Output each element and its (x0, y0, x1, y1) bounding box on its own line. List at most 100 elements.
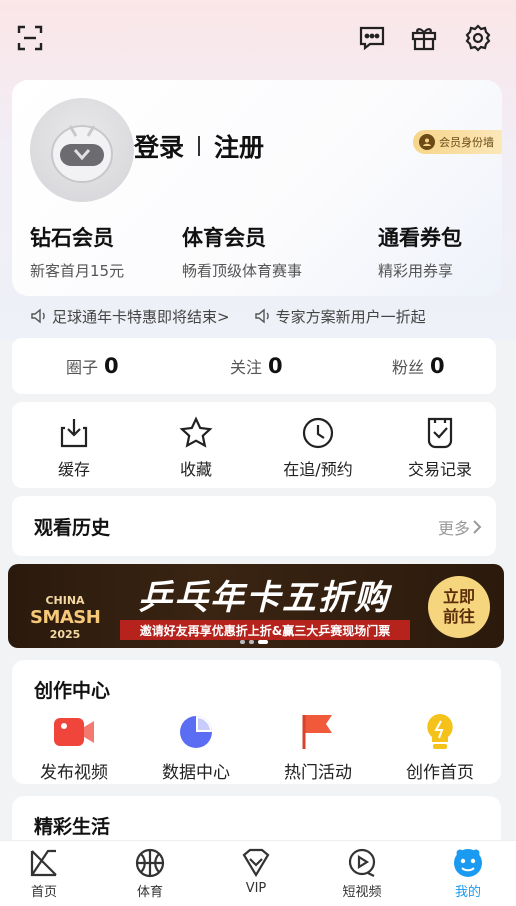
ticker-item[interactable]: 足球通年卡特惠即将结束> (30, 306, 230, 327)
tab-label: 短视频 (342, 885, 382, 900)
badge-label: 会员身份墙 (439, 136, 494, 149)
star-icon (179, 416, 213, 448)
stat-value: 0 (430, 354, 445, 378)
stat-label: 圈子 (66, 358, 99, 377)
stat-fans[interactable]: 粉丝 0 (392, 354, 445, 378)
cta-line2: 前往 (442, 607, 475, 626)
tab-home[interactable]: 首页 (4, 847, 84, 900)
stat-label: 粉丝 (392, 358, 425, 377)
banner-title: 乒乓年卡五折购 (138, 578, 390, 618)
speaker-icon (31, 308, 45, 324)
watch-history-card[interactable]: 观看历史 更多 (12, 496, 496, 556)
member-subtitle: 精彩用券享 (378, 262, 454, 280)
data-center-icon (176, 712, 216, 752)
banner-subtitle: 邀请好友再享优惠折上折&赢三大乒赛现场门票 (120, 620, 410, 640)
short-video-icon (348, 848, 376, 877)
profile-card: 登录 注册 会员身份墙 钻石会员 新客首月15元 体育会员 畅看顶级体育赛事 通… (12, 80, 502, 296)
lightbulb-icon (420, 712, 460, 752)
tab-vip[interactable]: VIP (216, 847, 296, 896)
top-bar (0, 0, 516, 80)
page-dot (249, 640, 254, 644)
bottom-tab-bar: 首页 体育 VIP 短视频 我的 (0, 840, 516, 906)
create-label: 发布视频 (40, 763, 108, 783)
stats-card: 圈子 0 关注 0 粉丝 0 (12, 338, 496, 394)
tab-label: VIP (245, 881, 267, 896)
avatar[interactable] (30, 98, 134, 202)
create-hot-activities[interactable]: 热门活动 (258, 712, 378, 783)
tab-short-video[interactable]: 短视频 (322, 847, 402, 900)
creation-title: 创作中心 (34, 680, 111, 702)
stat-value: 0 (268, 354, 283, 378)
ticker-item[interactable]: 专家方案新用户一折起 (254, 306, 426, 327)
member-coupons[interactable]: 通看券包 精彩用券享 (378, 222, 462, 281)
divider (198, 136, 201, 156)
member-subtitle: 新客首月15元 (30, 262, 125, 280)
tool-trade-record[interactable]: 交易记录 (380, 416, 500, 480)
tool-label: 交易记录 (407, 460, 472, 479)
speaker-icon (254, 308, 269, 324)
logo-mid: SMASH (30, 607, 101, 628)
tool-favorite[interactable]: 收藏 (136, 416, 256, 480)
trade-record-icon (427, 417, 453, 449)
notice-ticker: 足球通年卡特惠即将结束> 专家方案新用户一折起 (30, 304, 500, 328)
page-dot-active (258, 640, 268, 644)
tab-label: 首页 (30, 885, 57, 900)
history-title: 观看历史 (34, 517, 111, 539)
tool-label: 收藏 (179, 460, 212, 479)
basketball-icon (135, 848, 165, 878)
register-link[interactable]: 注册 (214, 128, 264, 164)
chevron-right-icon (473, 520, 482, 534)
create-publish-video[interactable]: 发布视频 (14, 712, 134, 783)
ticker-text: 足球通年卡特惠即将结束> (52, 307, 230, 326)
tool-cache[interactable]: 缓存 (14, 416, 134, 480)
more-label: 更多 (437, 519, 470, 538)
member-title: 通看券包 (378, 226, 462, 250)
member-identity-badge[interactable]: 会员身份墙 (413, 130, 502, 154)
create-label: 热门活动 (284, 763, 352, 783)
cta-line1: 立即 (442, 587, 475, 606)
china-smash-logo: CHINA SMASH 2025 (30, 576, 101, 641)
banner-cta-button[interactable]: 立即 前往 (428, 576, 490, 638)
member-subtitle: 畅看顶级体育赛事 (182, 262, 303, 280)
login-link[interactable]: 登录 (134, 128, 184, 164)
creation-center-card: 创作中心 发布视频 数据中心 热门活动 创作首页 (12, 660, 501, 784)
publish-video-icon (54, 712, 94, 752)
tab-mine[interactable]: 我的 (428, 847, 508, 900)
stat-following[interactable]: 关注 0 (230, 354, 283, 378)
clock-icon (302, 417, 334, 449)
login-register: 登录 注册 (134, 128, 264, 164)
tab-sports[interactable]: 体育 (110, 847, 190, 900)
message-icon[interactable] (356, 22, 388, 54)
create-label: 数据中心 (162, 763, 230, 783)
mine-icon (454, 849, 482, 877)
user-icon (419, 134, 435, 150)
stat-label: 关注 (230, 358, 263, 377)
promo-banner[interactable]: CHINA SMASH 2025 乒乓年卡五折购 邀请好友再享优惠折上折&赢三大… (8, 564, 504, 648)
robot-avatar-icon (51, 125, 113, 183)
member-diamond[interactable]: 钻石会员 新客首月15元 (30, 222, 124, 281)
history-more-link[interactable]: 更多 (438, 515, 484, 539)
vip-icon (242, 848, 270, 878)
settings-icon[interactable] (462, 22, 494, 54)
page-dot (240, 640, 245, 644)
create-data-center[interactable]: 数据中心 (136, 712, 256, 783)
stat-value: 0 (104, 354, 119, 378)
scan-icon[interactable] (14, 22, 46, 54)
tool-label: 在追/预约 (283, 460, 353, 479)
create-home[interactable]: 创作首页 (380, 712, 500, 783)
gift-icon[interactable] (408, 22, 440, 54)
banner-pagination (240, 640, 268, 644)
stat-circles[interactable]: 圈子 0 (66, 354, 119, 378)
create-label: 创作首页 (406, 763, 474, 783)
life-title: 精彩生活 (34, 816, 111, 838)
logo-year: 2025 (49, 628, 81, 641)
tab-label: 我的 (454, 885, 481, 900)
tool-following[interactable]: 在追/预约 (258, 416, 378, 480)
download-icon (60, 419, 88, 448)
member-sports[interactable]: 体育会员 畅看顶级体育赛事 (182, 222, 302, 281)
tools-card: 缓存 收藏 在追/预约 交易记录 (12, 402, 496, 488)
ticker-text: 专家方案新用户一折起 (275, 307, 426, 326)
member-title: 钻石会员 (30, 226, 114, 250)
member-title: 体育会员 (182, 226, 266, 250)
tab-label: 体育 (136, 885, 163, 900)
